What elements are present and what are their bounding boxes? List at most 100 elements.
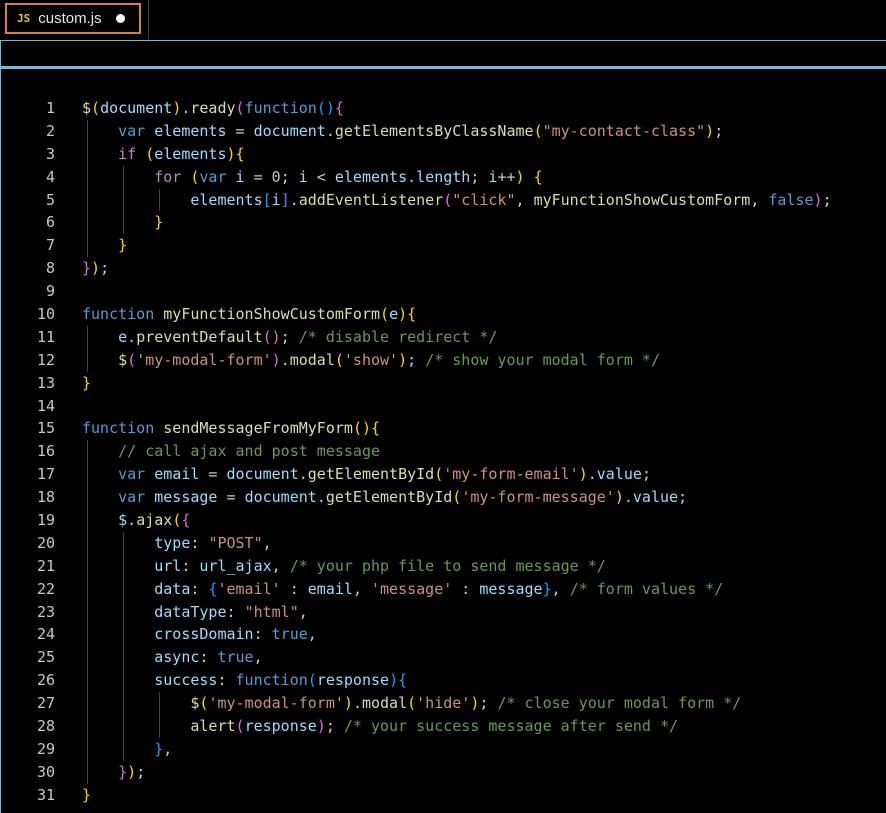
- code-line[interactable]: 1$(document).ready(function(){: [1, 97, 886, 120]
- code-token: {: [407, 305, 416, 323]
- line-number: 1: [1, 97, 55, 120]
- code-line[interactable]: 7 }: [1, 234, 886, 257]
- code-token: /* close your modal form */: [497, 694, 741, 712]
- code-token: .: [281, 351, 290, 369]
- code-token: elements: [154, 122, 226, 140]
- code-token: getElementById: [326, 488, 452, 506]
- code-line[interactable]: 12 $('my-modal-form').modal('show'); /* …: [1, 349, 886, 372]
- code-token: ;: [136, 763, 145, 781]
- line-number: 18: [1, 486, 55, 509]
- code-line[interactable]: 21 url: url_ajax, /* your php file to se…: [1, 555, 886, 578]
- line-number: 8: [1, 257, 55, 280]
- code-token: ;: [479, 694, 497, 712]
- code-token: :: [227, 603, 245, 621]
- code-token: sendMessageFromMyForm: [163, 419, 353, 437]
- code-token: ,: [750, 191, 768, 209]
- breadcrumb-bar: [1, 41, 886, 69]
- code-line[interactable]: 31}: [1, 784, 886, 807]
- code-line[interactable]: 28 alert(response); /* your success mess…: [1, 715, 886, 738]
- code-line[interactable]: 4 for (var i = 0; i < elements.length; i…: [1, 166, 886, 189]
- indent-guide: [87, 440, 88, 463]
- code-line[interactable]: 10function myFunctionShowCustomForm(e){: [1, 303, 886, 326]
- code-line[interactable]: 15function sendMessageFromMyForm(){: [1, 417, 886, 440]
- code-token: ): [516, 168, 525, 186]
- code-line[interactable]: 22 data: {'email' : email, 'message' : m…: [1, 578, 886, 601]
- code-token: }: [118, 236, 127, 254]
- code-line-text: var message = document.getElementById('m…: [82, 486, 687, 509]
- code-token: (: [263, 328, 272, 346]
- code-line[interactable]: 23 dataType: "html",: [1, 601, 886, 624]
- code-token: /* disable redirect */: [299, 328, 498, 346]
- indent-guide: [87, 761, 88, 784]
- code-token: elements: [154, 145, 226, 163]
- code-line[interactable]: 11 e.preventDefault(); /* disable redire…: [1, 326, 886, 349]
- tab-custom-js[interactable]: JS custom.js: [5, 3, 141, 34]
- line-number: 22: [1, 578, 55, 601]
- code-line[interactable]: 13}: [1, 372, 886, 395]
- code-token: .: [317, 488, 326, 506]
- indent-guide: [87, 715, 88, 738]
- code-line[interactable]: 29 },: [1, 738, 886, 761]
- code-line-text: $('my-modal-form').modal('show'); /* sho…: [82, 349, 660, 372]
- code-line[interactable]: 5 elements[i].addEventListener("click", …: [1, 189, 886, 212]
- code-line[interactable]: 26 success: function(response){: [1, 669, 886, 692]
- code-token: email: [154, 465, 199, 483]
- code-token: ): [172, 99, 181, 117]
- code-token: .: [299, 465, 308, 483]
- code-line-text: dataType: "html",: [82, 601, 308, 624]
- code-line[interactable]: 25 async: true,: [1, 646, 886, 669]
- indent-guide: [123, 692, 124, 715]
- code-line[interactable]: 24 crossDomain: true,: [1, 623, 886, 646]
- code-token: {: [398, 671, 407, 689]
- code-token: :: [452, 580, 479, 598]
- code-token: success: [154, 671, 217, 689]
- code-token: (: [236, 717, 245, 735]
- code-token: :: [217, 671, 235, 689]
- indent-guide: [123, 646, 124, 669]
- code-token: modal: [290, 351, 335, 369]
- code-token: function: [82, 419, 154, 437]
- code-line[interactable]: 16 // call ajax and post message: [1, 440, 886, 463]
- code-line[interactable]: 30 });: [1, 761, 886, 784]
- line-number: 2: [1, 120, 55, 143]
- code-line[interactable]: 8});: [1, 257, 886, 280]
- code-token: (: [335, 351, 344, 369]
- code-line-text: url: url_ajax, /* your php file to send …: [82, 555, 606, 578]
- code-line[interactable]: 17 var email = document.getElementById('…: [1, 463, 886, 486]
- code-token: "my-contact-class": [543, 122, 706, 140]
- code-token: alert: [190, 717, 235, 735]
- code-line[interactable]: 9: [1, 280, 886, 303]
- code-line[interactable]: 6 }: [1, 211, 886, 234]
- code-token: modal: [362, 694, 407, 712]
- code-token: {: [236, 145, 245, 163]
- code-line-text: for (var i = 0; i < elements.length; i++…: [82, 166, 543, 189]
- code-token: :: [190, 580, 208, 598]
- indent-guide: [87, 555, 88, 578]
- code-token: =: [199, 465, 226, 483]
- code-token: :: [281, 580, 308, 598]
- code-token: :: [181, 557, 199, 575]
- code-editor[interactable]: 1$(document).ready(function(){2 var elem…: [1, 69, 886, 813]
- code-line[interactable]: 2 var elements = document.getElementsByC…: [1, 120, 886, 143]
- code-token: ,: [353, 580, 371, 598]
- unsaved-changes-dot-icon[interactable]: [116, 14, 125, 23]
- code-line[interactable]: 14: [1, 395, 886, 418]
- code-line-text: $('my-modal-form').modal('hide'); /* clo…: [82, 692, 741, 715]
- code-token: ,: [263, 534, 272, 552]
- indent-guide: [87, 166, 88, 189]
- code-line-text: }: [82, 234, 127, 257]
- code-token: (: [91, 99, 100, 117]
- code-token: $: [118, 351, 127, 369]
- code-token: ): [326, 99, 335, 117]
- code-token: ,: [299, 603, 308, 621]
- code-token: ): [705, 122, 714, 140]
- indent-guide: [87, 646, 88, 669]
- code-token: ;: [281, 328, 299, 346]
- code-line[interactable]: 20 type: "POST",: [1, 532, 886, 555]
- line-number: 19: [1, 509, 55, 532]
- code-line[interactable]: 27 $('my-modal-form').modal('hide'); /* …: [1, 692, 886, 715]
- code-token: var: [118, 488, 145, 506]
- code-line[interactable]: 18 var message = document.getElementById…: [1, 486, 886, 509]
- code-line[interactable]: 19 $.ajax({: [1, 509, 886, 532]
- code-line[interactable]: 3 if (elements){: [1, 143, 886, 166]
